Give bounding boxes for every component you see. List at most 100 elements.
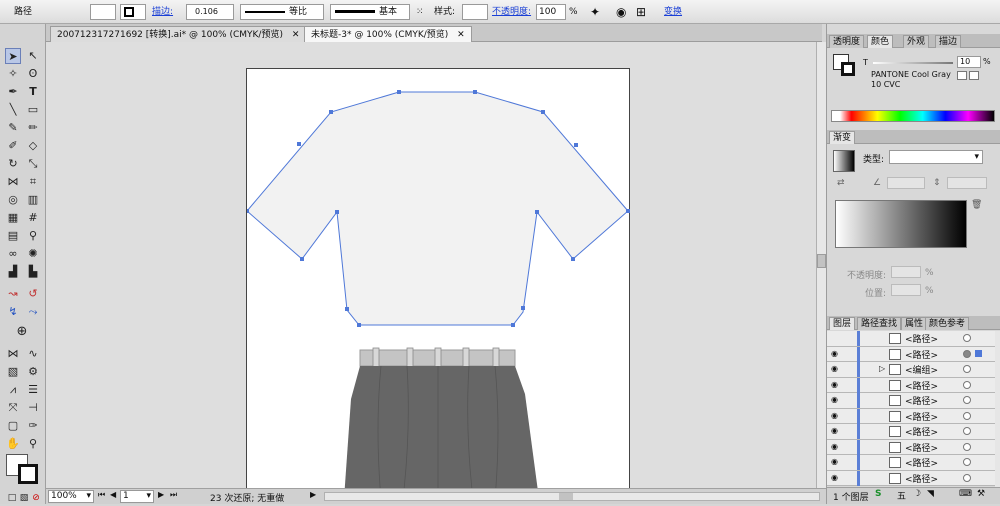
- gradient-preview[interactable]: [833, 150, 855, 172]
- tab-layers[interactable]: 图层: [829, 317, 856, 330]
- select-similar-icon[interactable]: ✦: [590, 4, 600, 20]
- tab-pathfinder[interactable]: 路径查找: [857, 317, 902, 330]
- target-circle-icon[interactable]: [963, 411, 971, 420]
- stroke-link[interactable]: 描边:: [152, 4, 173, 20]
- live-paint-tool-icon[interactable]: ▥: [25, 192, 41, 208]
- layer-row[interactable]: ◉ <路径>: [827, 393, 995, 409]
- scroll-thumb[interactable]: [559, 493, 573, 500]
- stroke-weight-input[interactable]: 0.106: [186, 4, 234, 20]
- blob-brush-tool-icon[interactable]: ✐: [5, 138, 21, 154]
- tab-color-guide[interactable]: 颜色参考: [925, 317, 970, 330]
- brush-definition-select[interactable]: 基本: [330, 4, 410, 20]
- aspect-ratio-input[interactable]: [947, 177, 987, 189]
- opacity-input[interactable]: 100: [536, 4, 566, 20]
- next-page-icon[interactable]: ▶: [158, 490, 164, 499]
- warp-tool-icon[interactable]: ↝: [5, 286, 21, 302]
- eyedropper-tool-icon[interactable]: ⚲: [25, 228, 41, 244]
- transform-link[interactable]: 变换: [664, 4, 682, 20]
- tab-gradient[interactable]: 渐变: [829, 131, 856, 144]
- direct-selection-tool-icon[interactable]: ↖: [25, 48, 41, 64]
- artboard[interactable]: [246, 68, 630, 488]
- line-tool-icon[interactable]: ╲: [5, 102, 21, 118]
- color-spectrum[interactable]: [831, 110, 995, 122]
- bar-graph-tool-icon[interactable]: ▙: [25, 264, 41, 280]
- moon-icon[interactable]: ☽: [913, 489, 921, 499]
- zoom-tool-icon[interactable]: ⚲: [25, 436, 41, 452]
- close-icon[interactable]: ✕: [457, 30, 465, 40]
- layer-row[interactable]: <路径>: [827, 331, 995, 347]
- target-circle-icon[interactable]: [963, 427, 971, 435]
- status-menu-icon[interactable]: ▶: [310, 490, 316, 499]
- visibility-eye-icon[interactable]: ◉: [831, 349, 840, 358]
- crop-tool-icon[interactable]: ▢: [5, 418, 21, 434]
- prev-page-icon[interactable]: ◀: [110, 490, 116, 499]
- opacity-link[interactable]: 不透明度:: [492, 4, 531, 20]
- gradient-slider[interactable]: [835, 200, 967, 248]
- layer-row[interactable]: ◉ <路径>: [827, 408, 995, 424]
- mesh-tool-icon[interactable]: #: [25, 210, 41, 226]
- shape-builder-tool-icon[interactable]: ◎: [5, 192, 21, 208]
- page-select[interactable]: 1 ▾: [120, 490, 154, 503]
- visibility-eye-icon[interactable]: ◉: [831, 427, 840, 435]
- selection-square-icon[interactable]: [975, 349, 982, 357]
- visibility-eye-icon[interactable]: ◉: [831, 380, 840, 389]
- lasso-tool-icon[interactable]: ʘ: [25, 66, 41, 82]
- ruler-tool-icon[interactable]: ⊣: [25, 400, 41, 416]
- target-circle-icon[interactable]: [963, 442, 971, 451]
- first-page-icon[interactable]: ⏮: [98, 490, 105, 500]
- tab-attributes[interactable]: 属性: [901, 317, 928, 330]
- slice-tool-icon[interactable]: ⋈: [5, 346, 21, 362]
- zoom-select[interactable]: 100% ▾: [48, 490, 94, 503]
- visibility-eye-icon[interactable]: ◉: [831, 365, 840, 373]
- tab-transparency[interactable]: 透明度: [829, 35, 865, 48]
- gradient-opacity-input[interactable]: [891, 266, 921, 278]
- tab-document-1[interactable]: 200712317271692 [转换].ai* @ 100% (CMYK/预览…: [50, 26, 307, 42]
- keyboard-icon[interactable]: ⌨: [959, 489, 972, 499]
- tab-document-2[interactable]: 未标题-3* @ 100% (CMYK/预览) ✕: [304, 26, 472, 42]
- swatch-options-icon[interactable]: [957, 71, 967, 80]
- layer-row[interactable]: ◉ <路径>: [827, 470, 995, 486]
- artwork[interactable]: [247, 69, 631, 488]
- hand-tool-icon[interactable]: ✋: [5, 436, 21, 452]
- symbol-sprayer-tool-icon[interactable]: ✺: [25, 246, 41, 262]
- align-icon[interactable]: ⊞: [636, 4, 646, 20]
- twirl-tool-icon[interactable]: ↺: [25, 286, 41, 302]
- scale-tool-icon[interactable]: ⤡: [25, 156, 41, 172]
- knife-tool-icon[interactable]: ▧: [5, 364, 21, 380]
- target-circle-icon[interactable]: [963, 380, 971, 389]
- layer-row[interactable]: ◉ ▷ <编组>: [827, 362, 995, 378]
- canvas-area[interactable]: [46, 42, 816, 488]
- layer-row[interactable]: ◉ <路径>: [827, 346, 995, 362]
- rectangle-tool-icon[interactable]: ▭: [25, 102, 41, 118]
- pencil-tool-icon[interactable]: ✏: [25, 120, 41, 136]
- gradient-type-select[interactable]: ▾: [889, 150, 983, 164]
- blend-tool-icon[interactable]: ∞: [5, 246, 21, 262]
- gradient-position-input[interactable]: [891, 284, 921, 296]
- measure-tool-icon[interactable]: ⤧: [5, 400, 21, 416]
- target-circle-icon[interactable]: [963, 473, 971, 482]
- delete-stop-icon[interactable]: 🗑: [971, 200, 982, 210]
- scroll-thumb[interactable]: [817, 254, 826, 268]
- layer-row[interactable]: ◉ <路径>: [827, 439, 995, 455]
- recolor-icon[interactable]: ⁙: [416, 4, 424, 20]
- expand-triangle-icon[interactable]: ▷: [879, 364, 885, 373]
- vertical-scrollbar[interactable]: [816, 42, 826, 488]
- target-circle-icon[interactable]: [963, 365, 971, 373]
- visibility-eye-icon[interactable]: ◉: [831, 411, 840, 420]
- column-graph-tool-icon[interactable]: ▟: [5, 264, 21, 280]
- stroke-color-button[interactable]: [120, 4, 146, 20]
- document-setup-icon[interactable]: ◉: [616, 4, 626, 20]
- web-safe-icon[interactable]: [969, 71, 979, 80]
- target-circle-icon[interactable]: [963, 458, 971, 466]
- last-page-icon[interactable]: ⏭: [170, 490, 177, 500]
- style-select[interactable]: [462, 4, 488, 20]
- layers-scrollbar[interactable]: [995, 331, 1000, 487]
- layer-row[interactable]: ◉ <路径>: [827, 424, 995, 440]
- scissors-tool-icon[interactable]: ∿: [25, 346, 41, 362]
- free-transform-tool-icon[interactable]: ⌗: [25, 174, 41, 190]
- visibility-eye-icon[interactable]: ◉: [831, 442, 840, 451]
- eraser-tool-icon[interactable]: ◇: [25, 138, 41, 154]
- tab-appearance[interactable]: 外观: [903, 35, 930, 48]
- punctuation-icon[interactable]: ◥: [927, 489, 934, 499]
- angle-input[interactable]: [887, 177, 925, 189]
